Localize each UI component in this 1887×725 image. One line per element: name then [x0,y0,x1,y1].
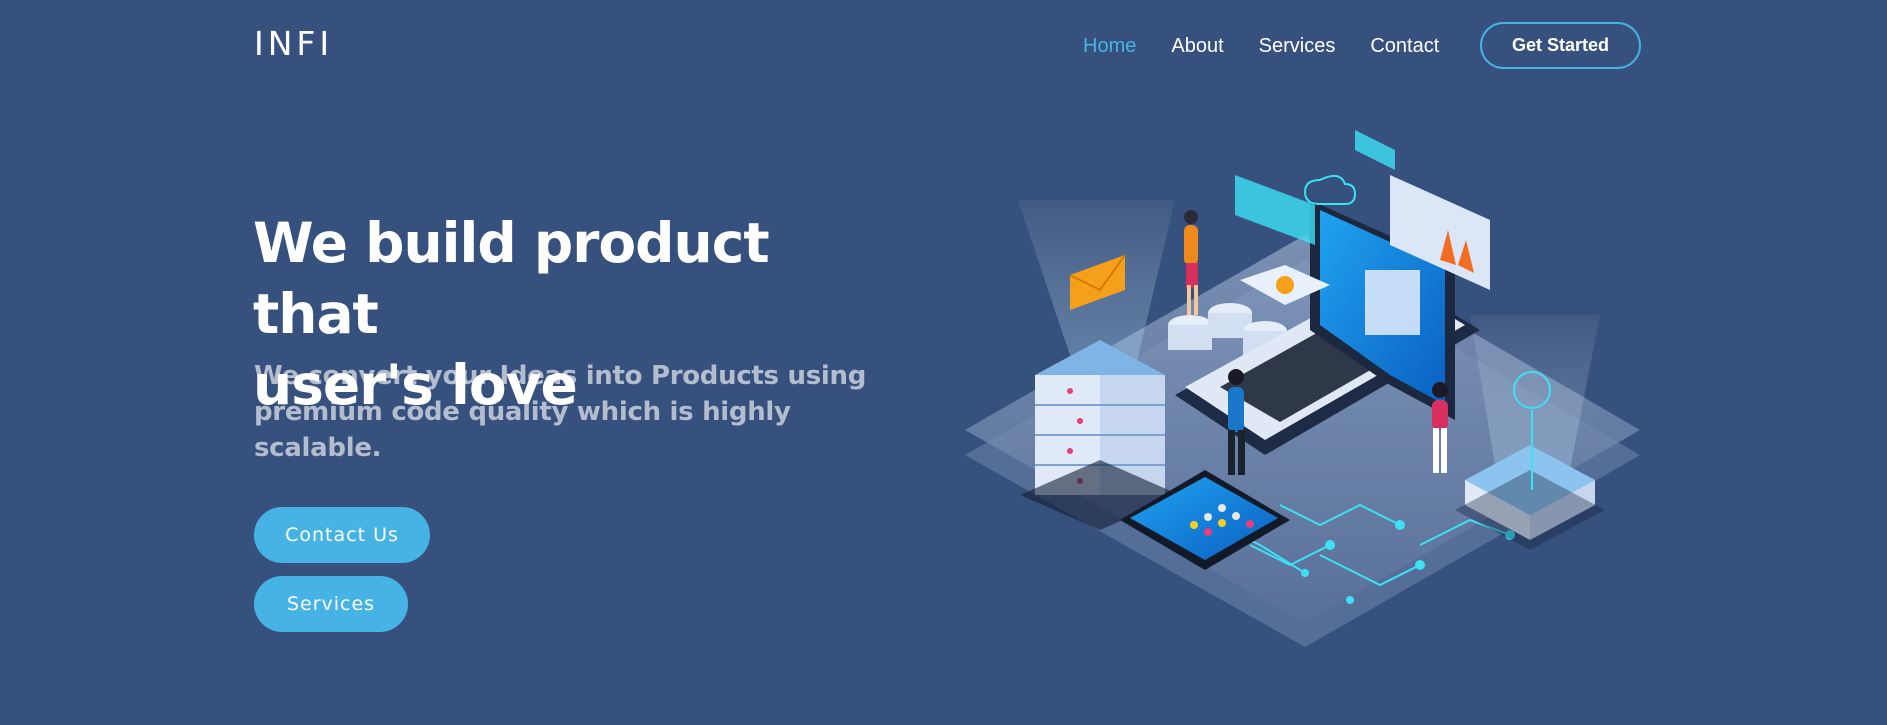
logo[interactable]: INFI [254,24,333,64]
isometric-tech-illustration-icon [965,130,1640,647]
nav-link-home[interactable]: Home [1083,35,1136,58]
nav-link-about[interactable]: About [1171,35,1223,58]
hero-subtitle-line-1: We convert your Ideas into Products usin… [254,361,867,391]
hero-illustration [960,125,1650,695]
contact-us-button[interactable]: Contact Us [254,507,430,563]
services-button[interactable]: Services [254,576,408,632]
site-header: INFI Home About Services Contact Get Sta… [0,0,1887,92]
main-nav: Home About Services Contact [1083,22,1474,70]
get-started-button[interactable]: Get Started [1480,22,1641,69]
nav-link-contact[interactable]: Contact [1370,35,1439,58]
hero-title-line-1: We build product that [253,211,770,346]
hero-subtitle: We convert your Ideas into Products usin… [254,358,894,466]
hero-subtitle-line-2: premium code quality which is highly sca… [254,397,791,463]
nav-link-services[interactable]: Services [1259,35,1336,58]
